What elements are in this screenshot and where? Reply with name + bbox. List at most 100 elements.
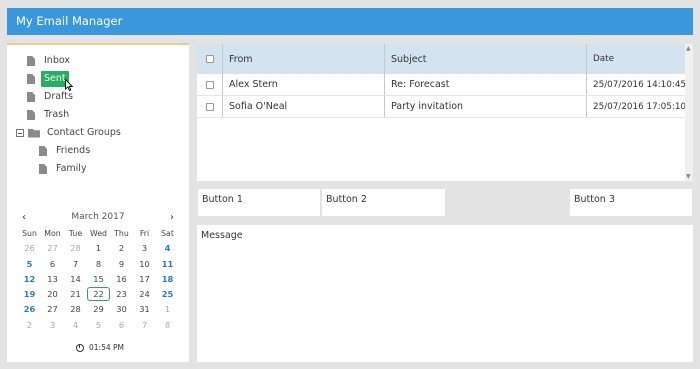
weekday-header: Tue [68, 229, 83, 238]
weekday-header: Fri [139, 229, 150, 238]
tree-item-contact-groups[interactable]: Contact Groups [16, 125, 124, 141]
tree-item-inbox[interactable]: Inbox [27, 53, 73, 69]
calendar-day[interactable]: 18 [156, 272, 179, 287]
row-checkbox[interactable] [205, 102, 214, 111]
calendar-day[interactable]: 6 [41, 257, 64, 272]
tree-label: Contact Groups [47, 127, 121, 138]
message-area[interactable]: Message [197, 225, 693, 362]
calendar-day[interactable]: 27 [41, 241, 64, 256]
calendar-day[interactable]: 25 [156, 287, 179, 302]
document-icon [39, 164, 47, 174]
tree-item-sent[interactable]: Sent [27, 71, 69, 87]
calendar-day[interactable]: 26 [18, 241, 41, 256]
scroll-up-icon[interactable]: ▲ [686, 45, 691, 52]
weekday-header: Thu [114, 229, 129, 238]
mouse-cursor-icon [65, 79, 73, 91]
calendar-time[interactable]: 01:54 PM [76, 343, 124, 352]
calendar-day[interactable]: 1 [156, 302, 179, 317]
folder-open-icon [28, 128, 40, 138]
calendar-day[interactable]: 31 [133, 302, 156, 317]
calendar-day[interactable]: 26 [18, 302, 41, 317]
app-title-bar: My Email Manager [7, 8, 693, 35]
next-month-button[interactable]: › [166, 212, 178, 223]
calendar-day[interactable]: 3 [133, 241, 156, 256]
calendar-day[interactable]: 20 [41, 287, 64, 302]
calendar-day[interactable]: 6 [110, 318, 133, 333]
cell-date: 25/07/2016 17:05:10 [593, 101, 687, 112]
calendar-day[interactable]: 8 [87, 257, 110, 272]
tree-item-trash[interactable]: Trash [27, 107, 72, 123]
grid-header: From Subject Date [197, 44, 685, 74]
tree-item-family[interactable]: Family [39, 161, 90, 177]
collapse-icon[interactable] [16, 129, 24, 137]
calendar-day[interactable]: 22 [87, 287, 110, 302]
document-icon [27, 92, 35, 102]
weekday-header: Mon [44, 229, 61, 238]
calendar-day[interactable]: 23 [110, 287, 133, 302]
calendar-day[interactable]: 3 [41, 318, 64, 333]
calendar-day[interactable]: 11 [156, 257, 179, 272]
calendar-day[interactable]: 13 [41, 272, 64, 287]
document-icon [27, 56, 35, 66]
cell-subject: Party invitation [385, 96, 587, 117]
document-icon [27, 110, 35, 120]
calendar: ‹ March 2017 › Sun Mon Tue Wed Thu Fri Sat 26 27… [18, 210, 178, 333]
calendar-day[interactable]: 16 [110, 272, 133, 287]
calendar-day[interactable]: 27 [41, 302, 64, 317]
calendar-day[interactable]: 14 [64, 272, 87, 287]
tree-label: Friends [56, 145, 91, 156]
table-row[interactable]: Sofia O'Neal Party invitation 25/07/2016… [197, 96, 687, 118]
calendar-day[interactable]: 4 [156, 241, 179, 256]
calendar-day[interactable]: 7 [64, 257, 87, 272]
calendar-day[interactable]: 7 [133, 318, 156, 333]
calendar-day[interactable]: 12 [18, 272, 41, 287]
tree-item-drafts[interactable]: Drafts [27, 89, 76, 105]
calendar-month-label[interactable]: March 2017 [71, 212, 124, 222]
tree-label: Inbox [44, 55, 70, 66]
header-select-cell [197, 44, 223, 74]
calendar-day[interactable]: 24 [133, 287, 156, 302]
time-label: 01:54 PM [89, 343, 124, 352]
column-header-date[interactable]: Date [587, 44, 685, 74]
calendar-day[interactable]: 30 [110, 302, 133, 317]
calendar-day[interactable]: 2 [18, 318, 41, 333]
calendar-day[interactable]: 4 [64, 318, 87, 333]
message-label: Message [201, 230, 243, 241]
calendar-day[interactable]: 2 [110, 241, 133, 256]
button-1[interactable]: Button 1 [197, 188, 321, 217]
weekday-header: Wed [90, 229, 107, 238]
scroll-down-icon[interactable]: ▼ [686, 173, 691, 180]
column-header-subject[interactable]: Subject [385, 44, 587, 74]
weekday-header: Sun [22, 229, 37, 238]
clock-icon [76, 343, 84, 352]
calendar-day[interactable]: 19 [18, 287, 41, 302]
calendar-day[interactable]: 5 [87, 318, 110, 333]
calendar-day[interactable]: 1 [87, 241, 110, 256]
calendar-day[interactable]: 15 [87, 272, 110, 287]
calendar-day[interactable]: 21 [64, 287, 87, 302]
document-icon [27, 74, 35, 84]
calendar-day[interactable]: 9 [110, 257, 133, 272]
calendar-day[interactable]: 28 [64, 302, 87, 317]
calendar-day[interactable]: 29 [87, 302, 110, 317]
column-header-from[interactable]: From [223, 44, 385, 74]
cell-from: Sofia O'Neal [223, 96, 385, 117]
email-grid: From Subject Date Alex Stern Re: Forecas… [197, 44, 693, 181]
row-select-cell [197, 74, 223, 95]
prev-month-button[interactable]: ‹ [18, 212, 30, 223]
calendar-day[interactable]: 28 [64, 241, 87, 256]
select-all-checkbox[interactable] [205, 55, 214, 63]
button-3[interactable]: Button 3 [569, 188, 693, 217]
calendar-day[interactable]: 10 [133, 257, 156, 272]
tree-item-friends[interactable]: Friends [39, 143, 93, 159]
cell-date: 25/07/2016 14:10:45 [593, 79, 687, 90]
document-icon [39, 146, 47, 156]
table-row[interactable]: Alex Stern Re: Forecast 25/07/2016 14:10… [197, 74, 687, 96]
app-title: My Email Manager [16, 14, 123, 28]
calendar-day[interactable]: 8 [156, 318, 179, 333]
row-checkbox[interactable] [205, 80, 214, 89]
calendar-day[interactable]: 17 [133, 272, 156, 287]
grid-scrollbar[interactable]: ▲ ▼ [685, 44, 693, 181]
calendar-day[interactable]: 5 [18, 257, 41, 272]
button-2[interactable]: Button 2 [321, 188, 446, 217]
